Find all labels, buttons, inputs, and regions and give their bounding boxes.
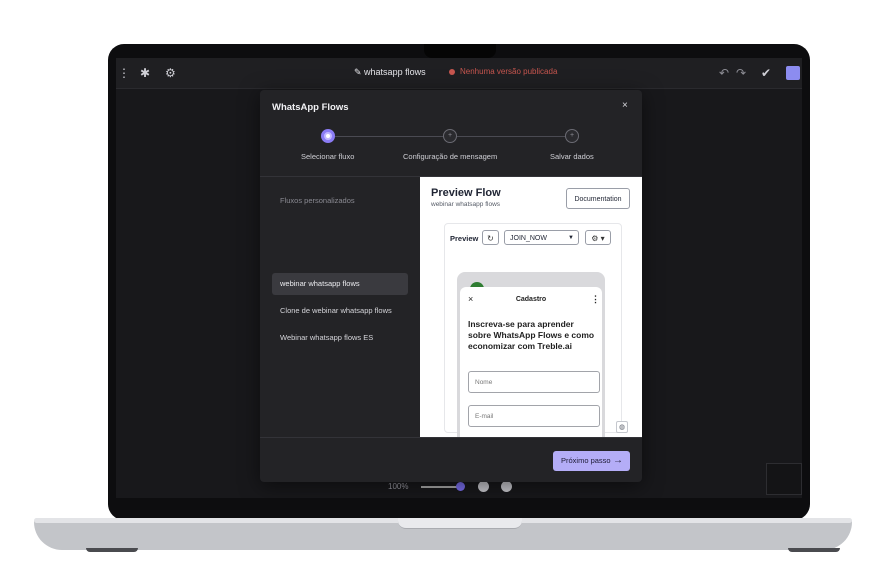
flow-item-es[interactable]: Webinar whatsapp flows ES xyxy=(272,327,408,349)
name-field[interactable]: Nome xyxy=(468,371,600,393)
laptop-foot xyxy=(788,548,840,552)
minimap[interactable] xyxy=(766,463,802,495)
zoom-slider-track[interactable] xyxy=(421,486,461,488)
close-icon[interactable]: × xyxy=(622,100,628,111)
flow-sheet: Cadastro × ⋮ Inscreva-se para aprender s… xyxy=(460,287,602,437)
refresh-icon[interactable]: ↻ xyxy=(482,230,499,245)
screen: ⋮ ✱ ⚙ ✎ whatsapp flows Nenhuma versão pu… xyxy=(116,58,802,498)
close-icon[interactable]: × xyxy=(468,294,473,304)
preview-subtitle: webinar whatsapp flows xyxy=(431,201,501,208)
step-connector xyxy=(335,136,443,137)
more-vertical-icon[interactable]: ⋮ xyxy=(591,294,600,305)
preview-title: Preview Flow xyxy=(431,187,501,199)
flow-name[interactable]: ✎ whatsapp flows xyxy=(354,67,426,78)
plus-icon: + xyxy=(569,132,575,139)
ellipsis-icon[interactable]: ⋮ xyxy=(118,66,130,80)
zoom-slider-handle[interactable] xyxy=(456,482,465,491)
version-status-label: Nenhuma versão publicada xyxy=(460,67,558,76)
top-bar: ⋮ ✱ ⚙ ✎ whatsapp flows Nenhuma versão pu… xyxy=(116,58,802,89)
chevron-down-icon: ▼ xyxy=(568,235,574,241)
arrow-right-icon: → xyxy=(613,455,623,466)
undo-icon[interactable]: ↶ xyxy=(719,66,729,80)
preview-label: Preview xyxy=(450,234,479,243)
sheet-heading: Inscreva-se para aprender sobre WhatsApp… xyxy=(468,319,595,351)
step-1-indicator xyxy=(321,129,335,143)
zoom-level: 100% xyxy=(388,482,409,491)
puzzle-icon[interactable]: ✱ xyxy=(140,66,150,80)
screen-select-value: JOIN_NOW xyxy=(510,235,547,242)
zoom-out-button[interactable] xyxy=(478,481,489,492)
globe-icon[interactable]: ◍ xyxy=(616,421,628,433)
publish-button[interactable] xyxy=(786,66,800,80)
camera-notch xyxy=(424,44,496,58)
modal-title: WhatsApp Flows xyxy=(272,102,349,113)
divider xyxy=(260,437,642,438)
laptop-foot xyxy=(86,548,138,552)
pencil-icon: ✎ xyxy=(354,67,365,77)
version-status: Nenhuma versão publicada xyxy=(449,67,557,76)
gear-icon[interactable]: ⚙ xyxy=(165,66,176,80)
next-step-label: Próximo passo xyxy=(561,456,611,465)
step-1-label: Selecionar fluxo xyxy=(301,152,355,161)
phone-mockup: Cadastro × ⋮ Inscreva-se para aprender s… xyxy=(457,272,605,437)
preview-settings-button[interactable]: ⚙ ▾ xyxy=(585,230,611,245)
flow-item-clone[interactable]: Clone de webinar whatsapp flows xyxy=(272,300,408,322)
flow-item-webinar[interactable]: webinar whatsapp flows xyxy=(272,273,408,295)
status-dot-icon xyxy=(449,68,455,75)
custom-flows-heading: Fluxos personalizados xyxy=(280,196,355,205)
laptop-opening-notch xyxy=(398,518,522,529)
whatsapp-flows-modal: WhatsApp Flows × + + Selecionar fluxo Co… xyxy=(260,90,642,482)
documentation-button[interactable]: Documentation xyxy=(566,188,630,209)
step-3-indicator: + xyxy=(565,129,579,143)
step-3-label: Salvar dados xyxy=(550,152,594,161)
preview-panel: Preview Flow webinar whatsapp flows Docu… xyxy=(420,177,642,437)
check-circle-icon[interactable]: ✔ xyxy=(761,66,771,80)
screen-select[interactable]: JOIN_NOW ▼ xyxy=(504,230,579,245)
redo-icon[interactable]: ↷ xyxy=(736,66,746,80)
sheet-title: Cadastro xyxy=(515,296,547,303)
step-2-indicator: + xyxy=(443,129,457,143)
plus-icon: + xyxy=(447,132,453,139)
step-connector xyxy=(457,136,565,137)
next-step-button[interactable]: Próximo passo → xyxy=(553,451,630,471)
step-2-label: Configuração de mensagem xyxy=(403,152,498,161)
email-field[interactable]: E-mail xyxy=(468,405,600,427)
flow-name-label: whatsapp flows xyxy=(364,67,426,77)
zoom-in-button[interactable] xyxy=(501,481,512,492)
